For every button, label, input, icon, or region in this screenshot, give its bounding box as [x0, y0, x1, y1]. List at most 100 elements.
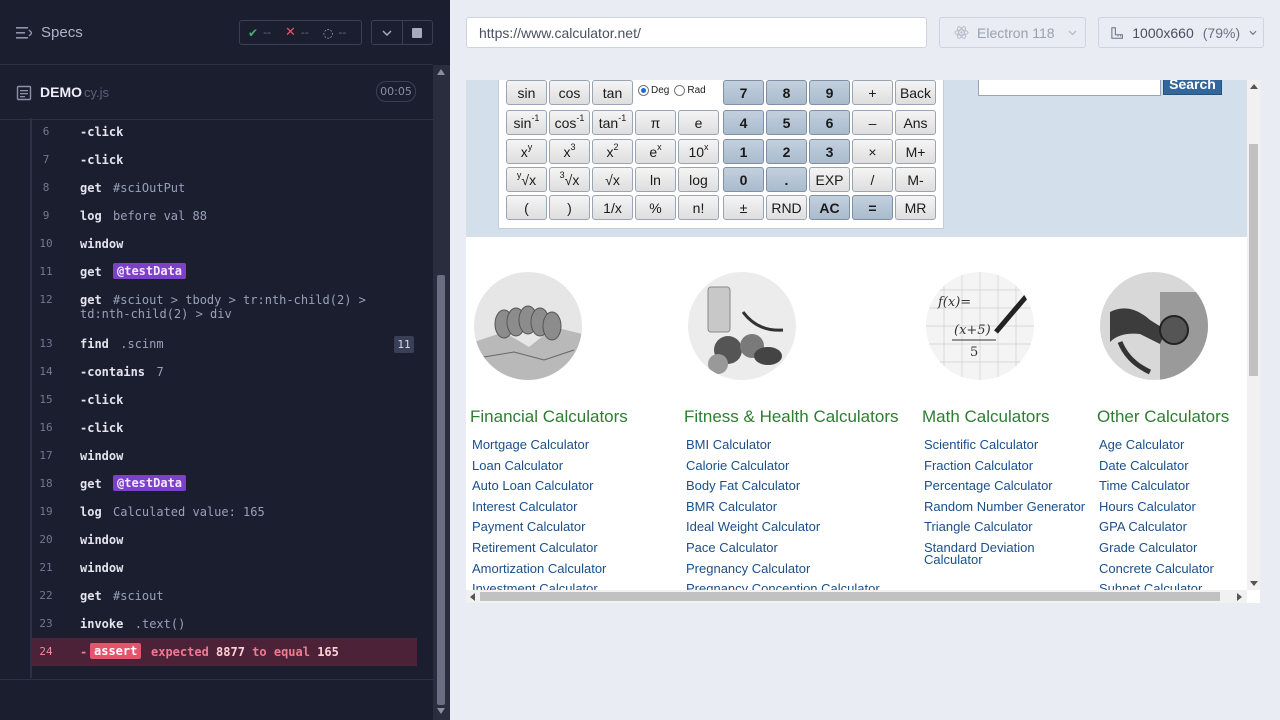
command-row[interactable]: 9 log before val 88 [32, 202, 417, 230]
calc-key[interactable]: ± [723, 195, 764, 220]
calculator-link[interactable]: Age Calculator [1099, 435, 1214, 456]
calc-key[interactable]: RND [766, 195, 807, 220]
calc-key[interactable]: ) [549, 195, 590, 220]
health-image[interactable] [688, 272, 796, 380]
calc-key[interactable]: % [635, 195, 676, 220]
calc-key[interactable]: √x [592, 167, 633, 192]
command-row[interactable]: 12 get #sciout > tbody > tr:nth-child(2) >… [32, 286, 417, 330]
category-title[interactable]: Math Calculators [922, 407, 1050, 427]
calculator-link[interactable]: Pace Calculator [686, 538, 880, 559]
calc-key[interactable]: 3 [809, 139, 850, 164]
calculator-link[interactable]: Amortization Calculator [472, 559, 606, 580]
calc-key[interactable]: 10 x [678, 139, 719, 164]
page-horizontal-scrollbar-thumb[interactable] [480, 592, 1220, 601]
browser-selector[interactable]: Electron 118 [939, 17, 1086, 48]
calc-key[interactable]: x2 [592, 139, 633, 164]
command-row[interactable]: 23 invoke .text() [32, 610, 417, 638]
calc-key[interactable]: sin -1 [506, 110, 547, 135]
calculator-link[interactable]: Retirement Calculator [472, 538, 606, 559]
calc-key[interactable]: 4 [723, 110, 764, 135]
url-bar[interactable]: https://www.calculator.net/ [466, 17, 927, 48]
calc-key[interactable]: tan [592, 80, 633, 105]
coins-image[interactable] [474, 272, 582, 380]
calculator-link[interactable]: Date Calculator [1099, 456, 1214, 477]
calc-key[interactable]: y √x [506, 167, 547, 192]
calculator-link[interactable]: BMI Calculator [686, 435, 880, 456]
category-title[interactable]: Other Calculators [1097, 407, 1229, 427]
command-row[interactable]: 19 log Calculated value: 165 [32, 498, 417, 526]
command-row[interactable]: 10 window [32, 230, 417, 258]
calculator-link[interactable]: Calorie Calculator [686, 456, 880, 477]
deg-radio[interactable] [638, 85, 649, 96]
calculator-link[interactable]: Pregnancy Calculator [686, 559, 880, 580]
calc-key[interactable]: 6 [809, 110, 850, 135]
math-image[interactable]: f(x)= (x+5) 5 [926, 272, 1034, 380]
stop-button[interactable] [401, 21, 432, 44]
command-row[interactable]: 18 get @testData [32, 470, 417, 498]
scroll-up-arrow[interactable] [437, 69, 445, 75]
calculator-link[interactable]: Random Number Generator [924, 497, 1085, 518]
spec-file-row[interactable]: DEMO cy.js 00:05 [0, 65, 433, 120]
collapse-button[interactable] [372, 21, 402, 44]
calc-key[interactable]: 3 √x [549, 167, 590, 192]
page-scroll-down-arrow[interactable] [1250, 581, 1258, 586]
calc-key[interactable]: 0 [723, 167, 764, 192]
category-title[interactable]: Financial Calculators [470, 407, 628, 427]
calc-key[interactable]: 1 [723, 139, 764, 164]
specs-toggle[interactable]: Specs [16, 24, 83, 41]
calc-key[interactable]: ex [635, 139, 676, 164]
calculator-link[interactable]: Fraction Calculator [924, 456, 1085, 477]
viewport-selector[interactable]: 1000x660 (79%) [1098, 17, 1264, 48]
calculator-link[interactable]: Scientific Calculator [924, 435, 1085, 456]
calc-key[interactable]: 7 [723, 80, 764, 105]
calculator-link[interactable]: Percentage Calculator [924, 476, 1085, 497]
command-row[interactable]: 21 window [32, 554, 417, 582]
command-row[interactable]: 17 window [32, 442, 417, 470]
category-title[interactable]: Fitness & Health Calculators [684, 407, 898, 427]
calculator-link[interactable]: Time Calculator [1099, 476, 1214, 497]
calc-key[interactable]: M+ [895, 139, 936, 164]
calculator-link[interactable]: Interest Calculator [472, 497, 606, 518]
calc-key[interactable]: 9 [809, 80, 850, 105]
calculator-link[interactable]: BMR Calculator [686, 497, 880, 518]
calc-key[interactable]: n! [678, 195, 719, 220]
calc-key[interactable]: log [678, 167, 719, 192]
calculator-link[interactable]: Mortgage Calculator [472, 435, 606, 456]
calculator-link[interactable]: Concrete Calculator [1099, 559, 1214, 580]
calc-key[interactable]: e [678, 110, 719, 135]
page-scroll-up-arrow[interactable] [1250, 84, 1258, 89]
command-row[interactable]: 15 -click [32, 386, 417, 414]
calculator-link[interactable]: Hours Calculator [1099, 497, 1214, 518]
calc-key[interactable]: + [852, 80, 893, 105]
calc-key[interactable]: × [852, 139, 893, 164]
calc-key[interactable]: EXP [809, 167, 850, 192]
command-row[interactable]: 14 -contains 7 [32, 358, 417, 386]
search-button[interactable]: Search [1163, 80, 1222, 95]
calc-key[interactable]: / [852, 167, 893, 192]
failed-assert-row[interactable]: 24 - assert expected 8877 to equal 165 [32, 638, 417, 666]
reporter-scrollbar-thumb[interactable] [437, 275, 445, 705]
page-scroll-left-arrow[interactable] [470, 593, 475, 601]
calc-key[interactable]: = [852, 195, 893, 220]
calc-key[interactable]: ln [635, 167, 676, 192]
scroll-down-arrow[interactable] [437, 708, 445, 714]
command-row[interactable]: 22 get #sciout [32, 582, 417, 610]
calc-key[interactable]: cos -1 [549, 110, 590, 135]
command-row[interactable]: 8 get #sciOutPut [32, 174, 417, 202]
calc-key[interactable]: Back [895, 80, 936, 105]
calculator-link[interactable]: Grade Calculator [1099, 538, 1214, 559]
calculator-link[interactable]: Loan Calculator [472, 456, 606, 477]
calc-key[interactable]: – [852, 110, 893, 135]
calculator-link[interactable]: Ideal Weight Calculator [686, 517, 880, 538]
calculator-link[interactable]: Triangle Calculator [924, 517, 1085, 538]
command-row[interactable]: 20 window [32, 526, 417, 554]
calc-key[interactable]: xy [506, 139, 547, 164]
command-row[interactable]: 11 get @testData [32, 258, 417, 286]
calc-key[interactable]: AC [809, 195, 850, 220]
page-scroll-right-arrow[interactable] [1237, 593, 1242, 601]
fuel-image[interactable] [1100, 272, 1208, 380]
command-row[interactable]: 6 -click [32, 118, 417, 146]
calc-key[interactable]: Ans [895, 110, 936, 135]
command-row[interactable]: 16 -click [32, 414, 417, 442]
calc-key[interactable]: ( [506, 195, 547, 220]
